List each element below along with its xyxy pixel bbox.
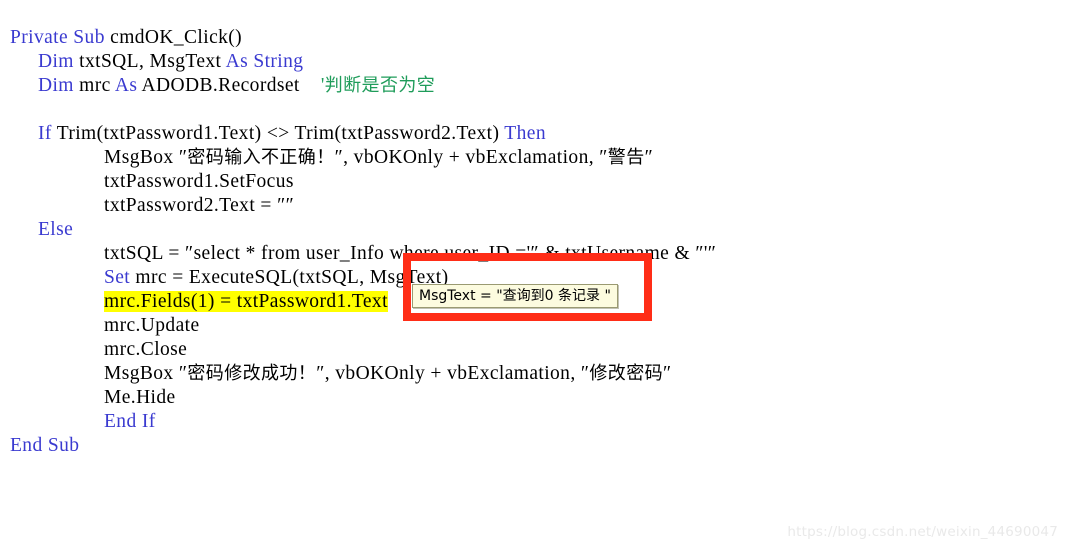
watermark-url: https://blog.csdn.net/weixin_44690047 [787, 524, 1058, 540]
code-token: 密码输入不正确！ [187, 147, 335, 168]
code-line: Me.Hide [104, 386, 176, 410]
code-token: 警告 [607, 147, 645, 168]
code-token: Set [104, 267, 136, 288]
code-line: Dim mrc As ADODB.Recordset '判断是否为空 [38, 74, 435, 98]
code-token: ″ [644, 147, 654, 168]
code-token: ADODB.Recordset [141, 75, 300, 96]
debugger-value-tooltip: MsgText = "查询到0 条记录 " [412, 284, 618, 308]
code-line: Private Sub cmdOK_Click() [10, 26, 242, 50]
code-token: Else [38, 219, 74, 240]
code-token: As String [225, 51, 304, 72]
code-line: Dim txtSQL, MsgText As String [38, 50, 303, 74]
code-line: mrc.Update [104, 314, 200, 338]
code-token: ″, vbOKOnly + vbExclamation, ″ [316, 363, 590, 384]
code-token: ″ [663, 363, 672, 384]
code-line: txtPassword2.Text = ″″ [104, 194, 294, 218]
code-line: MsgBox ″密码修改成功！″, vbOKOnly + vbExclamati… [104, 362, 672, 386]
code-token: As [114, 75, 142, 96]
code-token: mrc = ExecuteSQL(txtSQL, MsgText) [135, 267, 449, 288]
code-line: Set mrc = ExecuteSQL(txtSQL, MsgText) [104, 266, 449, 290]
code-token: If [38, 123, 57, 144]
code-token: 判断是否为空 [324, 75, 436, 96]
code-token: Then [504, 123, 546, 144]
code-token: ″, vbOKOnly + vbExclamation, ″ [334, 147, 608, 168]
code-line: End If [104, 410, 156, 434]
code-token: txtPassword1.SetFocus [104, 171, 294, 192]
tooltip-text: MsgText = "查询到0 条记录 " [419, 287, 611, 304]
code-token: End Sub [10, 435, 80, 456]
code-token: mrc.Close [104, 339, 188, 360]
code-token: Dim [38, 51, 80, 72]
code-line: If Trim(txtPassword1.Text) <> Trim(txtPa… [38, 122, 546, 146]
code-token: Trim(txtPassword1.Text) <> Trim(txtPassw… [56, 123, 505, 144]
code-token: ' [299, 75, 325, 96]
code-token: MsgBox ″ [104, 147, 188, 168]
code-token: mrc.Fields(1) = txtPassword1.Text [104, 291, 388, 312]
code-token: MsgBox ″ [104, 363, 188, 384]
code-line: mrc.Close [104, 338, 187, 362]
code-token: mrc.Update [104, 315, 200, 336]
code-token: mrc [79, 75, 115, 96]
code-token: cmdOK_Click() [110, 27, 243, 48]
code-line: MsgBox ″密码输入不正确！″, vbOKOnly + vbExclamat… [104, 146, 653, 170]
code-line: mrc.Fields(1) = txtPassword1.Text [104, 290, 388, 314]
code-token: Private Sub [10, 27, 111, 48]
code-token: Me.Hide [104, 387, 176, 408]
code-line: Else [38, 218, 73, 242]
code-token: End If [104, 411, 156, 432]
code-token: Dim [38, 75, 80, 96]
code-token: txtPassword2.Text = ″″ [104, 195, 295, 216]
code-line: End Sub [10, 434, 79, 458]
code-token: 修改密码 [589, 363, 664, 384]
code-token: txtSQL, MsgText [79, 51, 226, 72]
code-line: txtPassword1.SetFocus [104, 170, 294, 194]
code-token: 密码修改成功！ [187, 363, 317, 384]
